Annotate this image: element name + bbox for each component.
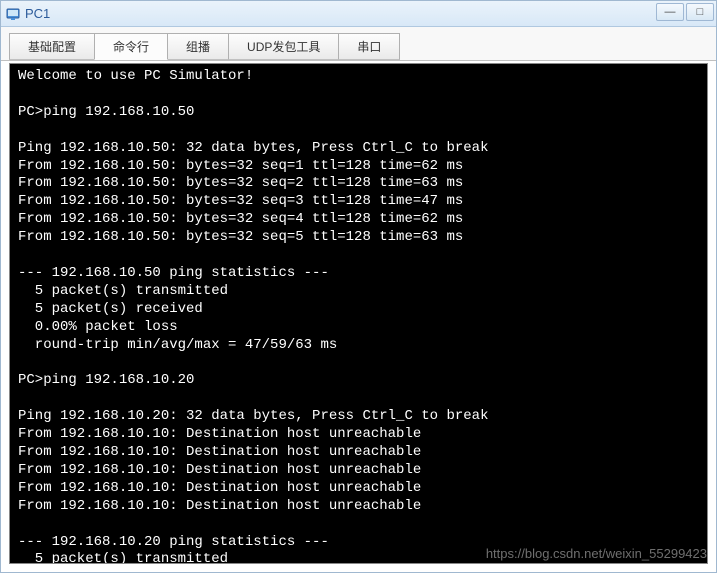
terminal-line: From 192.168.10.50: bytes=32 seq=1 ttl=1… xyxy=(18,158,699,176)
terminal-line: 5 packet(s) transmitted xyxy=(18,283,699,301)
terminal-line: From 192.168.10.10: Destination host unr… xyxy=(18,462,699,480)
terminal-line: Welcome to use PC Simulator! xyxy=(18,68,699,86)
minimize-button[interactable]: — xyxy=(656,3,684,21)
tab-basic-config[interactable]: 基础配置 xyxy=(9,33,95,60)
terminal-line: --- 192.168.10.20 ping statistics --- xyxy=(18,534,699,552)
maximize-button[interactable]: □ xyxy=(686,3,714,21)
terminal-line: From 192.168.10.50: bytes=32 seq=4 ttl=1… xyxy=(18,211,699,229)
terminal-line: From 192.168.10.50: bytes=32 seq=5 ttl=1… xyxy=(18,229,699,247)
terminal-line xyxy=(18,390,699,408)
terminal-line: --- 192.168.10.50 ping statistics --- xyxy=(18,265,699,283)
terminal-line xyxy=(18,122,699,140)
terminal-line: From 192.168.10.50: bytes=32 seq=2 ttl=1… xyxy=(18,175,699,193)
app-icon xyxy=(5,6,21,22)
tab-command-line[interactable]: 命令行 xyxy=(94,33,168,60)
window-title: PC1 xyxy=(25,6,50,21)
tab-serial[interactable]: 串口 xyxy=(338,33,400,60)
terminal-line: From 192.168.10.10: Destination host unr… xyxy=(18,426,699,444)
terminal-line: From 192.168.10.10: Destination host unr… xyxy=(18,498,699,516)
terminal-line: round-trip min/avg/max = 47/59/63 ms xyxy=(18,337,699,355)
terminal-line: From 192.168.10.10: Destination host unr… xyxy=(18,480,699,498)
terminal-line: PC>ping 192.168.10.50 xyxy=(18,104,699,122)
tab-multicast[interactable]: 组播 xyxy=(167,33,229,60)
terminal-line: From 192.168.10.10: Destination host unr… xyxy=(18,444,699,462)
tab-bar: 基础配置 命令行 组播 UDP发包工具 串口 xyxy=(1,27,716,61)
terminal-output[interactable]: Welcome to use PC Simulator! PC>ping 192… xyxy=(9,63,708,564)
terminal-line: Ping 192.168.10.50: 32 data bytes, Press… xyxy=(18,140,699,158)
terminal-line: Ping 192.168.10.20: 32 data bytes, Press… xyxy=(18,408,699,426)
terminal-line xyxy=(18,247,699,265)
terminal-line xyxy=(18,516,699,534)
tab-udp-packet[interactable]: UDP发包工具 xyxy=(228,33,339,60)
terminal-line: 5 packet(s) received xyxy=(18,301,699,319)
terminal-line: PC>ping 192.168.10.20 xyxy=(18,372,699,390)
terminal-line xyxy=(18,86,699,104)
window-controls: — □ xyxy=(656,3,714,21)
terminal-line: From 192.168.10.50: bytes=32 seq=3 ttl=1… xyxy=(18,193,699,211)
terminal-line: 5 packet(s) transmitted xyxy=(18,551,699,564)
terminal-line: 0.00% packet loss xyxy=(18,319,699,337)
app-window: PC1 — □ 基础配置 命令行 组播 UDP发包工具 串口 Welcome t… xyxy=(0,0,717,573)
titlebar[interactable]: PC1 — □ xyxy=(1,1,716,27)
terminal-line xyxy=(18,355,699,373)
